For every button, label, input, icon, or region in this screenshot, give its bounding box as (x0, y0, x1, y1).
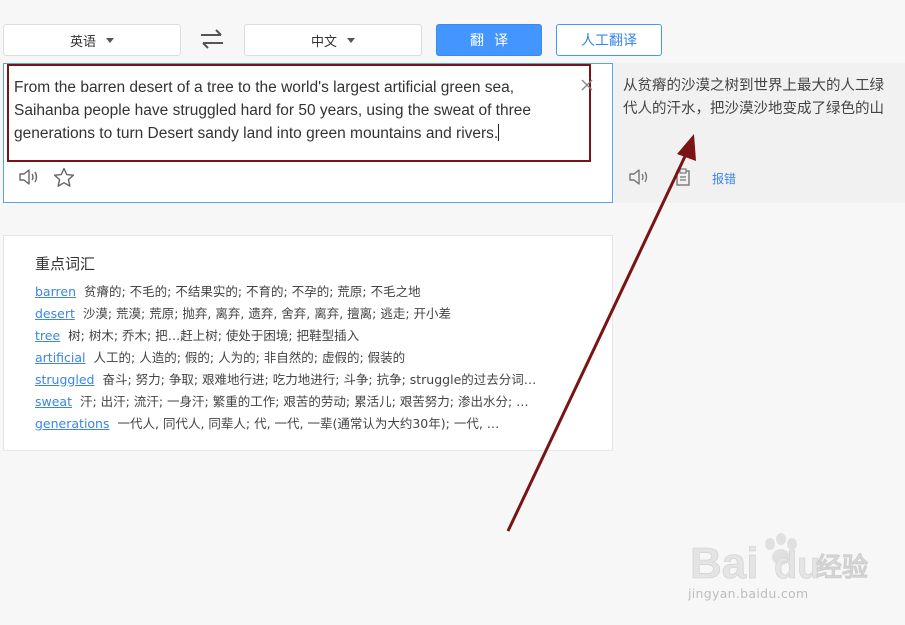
keyword-row: generations 一代人, 同代人, 同辈人; 代, 一代, 一辈(通常认为… (35, 413, 585, 435)
watermark-brand: Bai (690, 539, 758, 588)
target-language-select[interactable]: 中文 (244, 24, 422, 56)
keyword-row: artificial 人工的; 人造的; 假的; 人为的; 非自然的; 虚假的; … (35, 347, 585, 369)
keyword-row: desert 沙漠; 荒漠; 荒原; 抛弃, 离弃, 遗弃, 舍弃, 离弃, 擅离… (35, 303, 585, 325)
keyword-row: sweat 汗; 出汗; 流汗; 一身汗; 繁重的工作; 艰苦的劳动; 累活儿; … (35, 391, 585, 413)
report-error-link[interactable]: 报错 (712, 170, 736, 187)
keyword-link[interactable]: artificial (35, 350, 86, 365)
keyword-link[interactable]: barren (35, 284, 76, 299)
keyword-link[interactable]: struggled (35, 372, 94, 387)
keyword-definition: 树; 树木; 乔木; 把…赶上树; 使处于困境; 把鞋型插入 (68, 328, 360, 343)
target-language-label: 中文 (310, 34, 337, 50)
keywords-title: 重点词汇 (35, 255, 96, 273)
swap-languages-button[interactable] (196, 26, 228, 52)
keyword-link[interactable]: sweat (35, 394, 72, 409)
chevron-down-icon (106, 37, 114, 43)
keyword-definition: 奋斗; 努力; 争取; 艰难地行进; 吃力地进行; 斗争; 抗争; strugg… (102, 372, 537, 387)
close-icon[interactable] (579, 77, 595, 93)
translation-line: 从贫瘠的沙漠之树到世界上最大的人工绿 (623, 78, 884, 94)
swap-arrows-icon (201, 29, 223, 49)
chevron-down-icon (347, 37, 355, 43)
keyword-definition: 人工的; 人造的; 假的; 人为的; 非自然的; 虚假的; 假装的 (93, 350, 406, 365)
translate-button[interactable]: 翻译 (436, 24, 542, 56)
translation-line: 代人的汗水，把沙漠沙地变成了绿色的山 (623, 101, 884, 117)
keyword-definition: 汗; 出汗; 流汗; 一身汗; 繁重的工作; 艰苦的劳动; 累活儿; 艰苦努力;… (80, 394, 529, 409)
keyword-link[interactable]: generations (35, 416, 110, 431)
keyword-definition: 贫瘠的; 不毛的; 不结果实的; 不育的; 不孕的; 荒原; 不毛之地 (84, 284, 421, 299)
watermark-cn: 经验 (816, 552, 868, 583)
keyword-row: struggled 奋斗; 努力; 争取; 艰难地行进; 吃力地进行; 斗争; 抗… (35, 369, 585, 391)
source-language-label: 英语 (69, 34, 96, 50)
keyword-link[interactable]: desert (35, 306, 75, 321)
star-icon[interactable] (53, 167, 75, 188)
keyword-definition: 沙漠; 荒漠; 荒原; 抛弃, 离弃, 遗弃, 舍弃, 离弃, 擅离; 逃走; … (82, 306, 452, 321)
watermark-brand-tail: du (774, 545, 820, 587)
keyword-row: tree 树; 树木; 乔木; 把…赶上树; 使处于困境; 把鞋型插入 (35, 325, 585, 347)
keyword-link[interactable]: tree (35, 328, 60, 343)
source-language-select[interactable]: 英语 (3, 24, 181, 56)
keyword-row: barren 贫瘠的; 不毛的; 不结果实的; 不育的; 不孕的; 荒原; 不毛之… (35, 281, 585, 303)
speaker-icon[interactable] (628, 168, 650, 186)
watermark-url: jingyan.baidu.com (688, 586, 809, 601)
annotation-highlight-box (7, 64, 591, 162)
keyword-definition: 一代人, 同代人, 同辈人; 代, 一代, 一辈(通常认为大约30年); 一代,… (117, 416, 500, 431)
translation-text: 从贫瘠的沙漠之树到世界上最大的人工绿 代人的汗水，把沙漠沙地变成了绿色的山 (623, 75, 905, 123)
speaker-icon[interactable] (18, 168, 40, 186)
human-translate-button[interactable]: 人工翻译 (556, 24, 662, 56)
copy-icon[interactable] (674, 167, 692, 187)
